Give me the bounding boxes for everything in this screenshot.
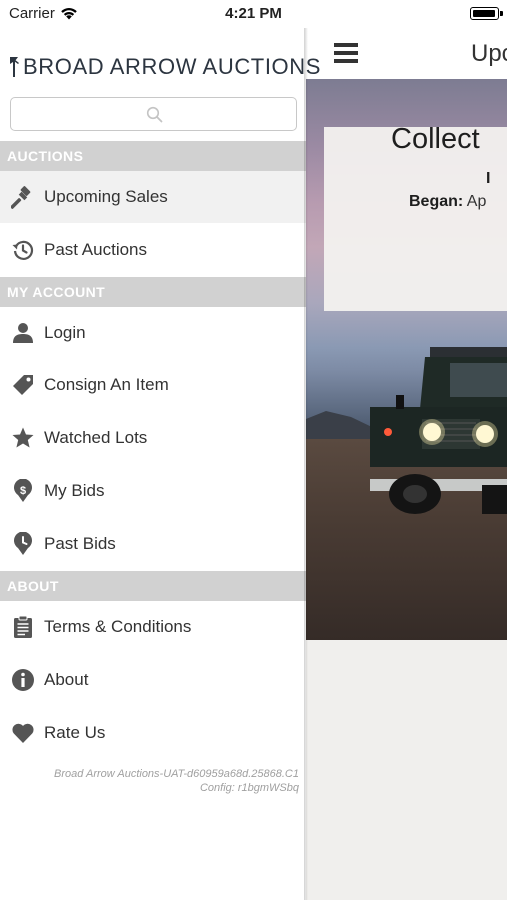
menu-item-past-bids[interactable]: Past Bids	[0, 518, 306, 570]
menu-item-upcoming-sales[interactable]: Upcoming Sales	[0, 171, 306, 223]
history-icon	[11, 238, 35, 262]
section-header-about: ABOUT	[0, 571, 306, 601]
menu-item-label: Past Auctions	[44, 240, 148, 259]
drawer-shadow	[304, 28, 308, 900]
config-line: Config: r1bgmWSbq	[199, 782, 299, 794]
menu-item-label: Terms & Conditions	[44, 617, 192, 636]
menu-item-label: Upcoming Sales	[44, 187, 168, 206]
tag-icon	[11, 373, 35, 397]
clock-pin-icon	[11, 532, 35, 556]
clipboard-icon	[11, 615, 35, 639]
menu-item-label: My Bids	[44, 481, 105, 500]
brand-logo: BROAD ARROW AUCTIONS	[7, 52, 321, 82]
svg-text:$: $	[20, 485, 26, 497]
version-line: Broad Arrow Auctions-UAT-d60959a68d.2586…	[53, 768, 299, 780]
menu-item-label: Login	[44, 323, 86, 342]
began-label: Began:	[409, 193, 464, 210]
gavel-icon	[11, 185, 35, 209]
menu-item-label: Past Bids	[44, 534, 116, 553]
nav-bar: Upc	[306, 28, 507, 79]
land-rover-image	[370, 347, 507, 514]
page-title: Upc	[471, 40, 507, 67]
battery-icon	[470, 7, 503, 20]
status-bar: Carrier 4:21 PM	[0, 0, 507, 28]
menu-item-label: Consign An Item	[44, 375, 169, 394]
menu-item-past-auctions[interactable]: Past Auctions	[0, 224, 306, 276]
menu-item-label: About	[44, 670, 89, 689]
section-header-auctions: AUCTIONS	[0, 141, 306, 171]
menu-item-watched-lots[interactable]: Watched Lots	[0, 412, 306, 464]
sale-subtitle: I	[486, 170, 491, 187]
menu-item-label: Watched Lots	[44, 428, 148, 447]
menu-item-rate-us[interactable]: Rate Us	[0, 707, 306, 759]
heart-icon	[11, 721, 35, 745]
menu-item-about[interactable]: About	[0, 654, 306, 706]
began-value: Ap	[466, 193, 487, 210]
sale-began: Began: Ap	[409, 193, 486, 211]
menu-item-consign-an-item[interactable]: Consign An Item	[0, 359, 306, 411]
search-icon	[146, 106, 163, 123]
section-header-my-account: MY ACCOUNT	[0, 277, 306, 307]
brand-name: BROAD ARROW AUCTIONS	[23, 54, 322, 79]
menu-item-label: Rate Us	[44, 723, 106, 742]
person-icon	[11, 321, 35, 345]
menu-item-terms-conditions[interactable]: Terms & Conditions	[0, 601, 306, 653]
sale-title: Collect	[391, 123, 480, 155]
main-content: Up c	[306, 28, 507, 900]
clock: 4:21 PM	[225, 5, 282, 22]
menu-icon[interactable]	[334, 43, 358, 63]
menu-item-my-bids[interactable]: $ My Bids	[0, 465, 306, 517]
info-icon	[11, 668, 35, 692]
dollar-pin-icon: $	[11, 479, 35, 503]
hero-image[interactable]: Collect I Began: Ap	[306, 79, 507, 640]
side-drawer: BROAD ARROW AUCTIONS AUCTIONS Upcoming S…	[0, 28, 320, 900]
menu-item-login[interactable]: Login	[0, 307, 306, 359]
broad-arrow-icon	[10, 57, 19, 77]
star-icon	[11, 426, 35, 450]
search-box[interactable]	[10, 97, 297, 131]
